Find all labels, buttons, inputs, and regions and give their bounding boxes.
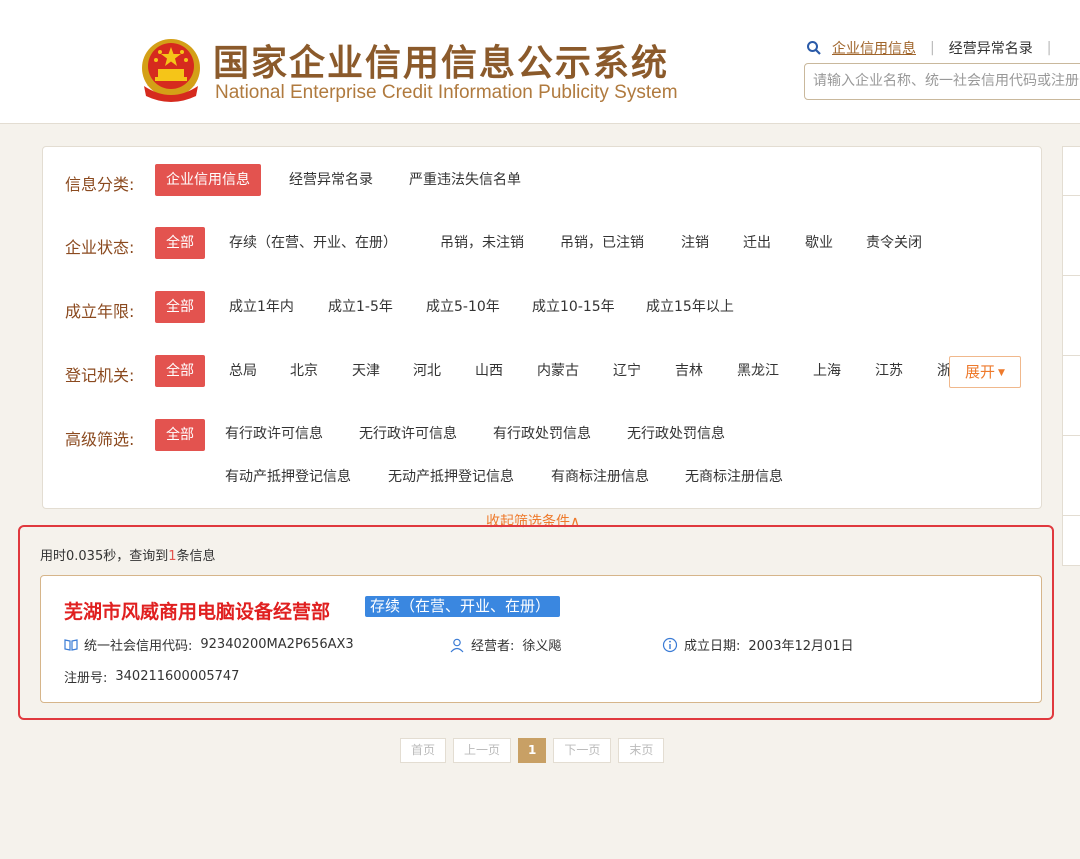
filter-option[interactable]: 无行政许可信息 — [359, 424, 457, 444]
filter-label-advanced: 高级筛选: — [65, 430, 135, 449]
filter-option[interactable]: 歇业 — [805, 233, 833, 253]
founded-value: 2003年12月01日 — [748, 639, 854, 654]
founded-info: 成立日期: 2003年12月01日 — [662, 635, 854, 654]
book-icon — [64, 638, 78, 651]
caret-down-icon: ▼ — [998, 368, 1005, 378]
filter-option[interactable]: 有行政处罚信息 — [493, 424, 591, 444]
filter-option[interactable]: 迁出 — [743, 233, 771, 253]
filter-option[interactable]: 吊销，已注销 — [560, 233, 644, 253]
filter-advanced-all[interactable]: 全部 — [155, 419, 205, 451]
operator-label: 经营者: — [471, 639, 515, 654]
filter-years-all[interactable]: 全部 — [155, 291, 205, 323]
filter-option[interactable]: 责令关闭 — [866, 233, 922, 253]
filter-option[interactable]: 经营异常名录 — [289, 170, 373, 190]
page-next-button[interactable]: 下一页 — [553, 738, 612, 763]
credit-code-label: 统一社会信用代码: — [84, 639, 193, 654]
filter-option[interactable]: 有商标注册信息 — [551, 467, 649, 487]
filter-option[interactable]: 吉林 — [675, 361, 703, 381]
top-nav: 企业信用信息 | 经营异常名录 | — [806, 38, 1065, 58]
expand-label: 展开 — [965, 363, 996, 381]
search-input[interactable]: 请输入企业名称、统一社会信用代码或注册号 — [804, 63, 1080, 100]
filter-option[interactable]: 无行政处罚信息 — [627, 424, 725, 444]
founded-label: 成立日期: — [684, 639, 741, 654]
filter-label-years: 成立年限: — [65, 302, 135, 321]
reg-no-value: 340211600005747 — [115, 669, 240, 684]
operator-info: 经营者: 徐义飚 — [449, 635, 561, 654]
credit-code-value: 92340200MA2P656AX3 — [200, 637, 354, 652]
filter-status-all[interactable]: 全部 — [155, 227, 205, 259]
user-icon — [450, 638, 464, 652]
pagination: 首页 上一页 1 下一页 末页 — [400, 738, 671, 763]
filter-option[interactable]: 成立15年以上 — [646, 297, 734, 317]
page-current[interactable]: 1 — [518, 738, 547, 763]
reg-no-label: 注册号: — [64, 671, 108, 686]
filter-option[interactable]: 存续（在营、开业、在册） — [229, 233, 397, 253]
filter-option[interactable]: 黑龙江 — [737, 361, 779, 381]
national-emblem-icon — [142, 39, 200, 102]
filter-option[interactable]: 有行政许可信息 — [225, 424, 323, 444]
filter-option[interactable]: 吊销，未注销 — [440, 233, 524, 253]
filter-option[interactable]: 江苏 — [875, 361, 903, 381]
result-card[interactable]: 芜湖市风威商用电脑设备经营部 存续（在营、开业、在册） 统一社会信用代码: 92… — [40, 575, 1042, 703]
filter-option[interactable]: 河北 — [413, 361, 441, 381]
status-badge: 存续（在营、开业、在册） — [365, 596, 561, 617]
page-prev-button[interactable]: 上一页 — [453, 738, 512, 763]
filter-option[interactable]: 注销 — [681, 233, 709, 253]
filter-option[interactable]: 辽宁 — [613, 361, 641, 381]
filter-option[interactable]: 北京 — [290, 361, 318, 381]
nav-separator: | — [930, 40, 935, 56]
nav-credit-info[interactable]: 企业信用信息 — [832, 38, 916, 58]
nav-abnormal-list[interactable]: 经营异常名录 — [949, 38, 1033, 58]
side-divider — [1063, 435, 1080, 436]
company-name[interactable]: 芜湖市风威商用电脑设备经营部 — [64, 597, 330, 624]
filter-label-authority: 登记机关: — [65, 366, 135, 385]
side-divider — [1063, 275, 1080, 276]
site-subtitle: National Enterprise Credit Information P… — [215, 82, 678, 103]
site-header: 国家企业信用信息公示系统 National Enterprise Credit … — [0, 0, 1080, 124]
filter-option[interactable]: 总局 — [229, 361, 257, 381]
expand-button[interactable]: 展开 ▼ — [949, 356, 1021, 388]
page-last-button[interactable]: 末页 — [618, 738, 665, 763]
filter-option[interactable]: 成立1年内 — [229, 297, 294, 317]
filter-option[interactable]: 上海 — [813, 361, 841, 381]
side-divider — [1063, 355, 1080, 356]
filter-option[interactable]: 成立5-10年 — [426, 297, 500, 317]
nav-separator: | — [1046, 40, 1052, 56]
filter-option[interactable]: 无商标注册信息 — [685, 467, 783, 487]
filter-option[interactable]: 无动产抵押登记信息 — [388, 467, 514, 487]
filter-option[interactable]: 严重违法失信名单 — [409, 170, 521, 190]
filter-authority-all[interactable]: 全部 — [155, 355, 205, 387]
info-icon — [662, 637, 678, 652]
operator-value: 徐义飚 — [522, 639, 562, 654]
filter-panel: 信息分类: 企业信用信息 经营异常名录 严重违法失信名单 企业状态: 全部 存续… — [42, 146, 1042, 509]
filter-option[interactable]: 山西 — [475, 361, 503, 381]
side-divider — [1063, 515, 1080, 516]
page-first-button[interactable]: 首页 — [400, 738, 447, 763]
result-stats: 用时0.035秒，查询到1条信息 — [40, 545, 216, 564]
filter-option[interactable]: 成立10-15年 — [532, 297, 615, 317]
result-stats-suffix: 条信息 — [176, 549, 216, 564]
filter-category-selected[interactable]: 企业信用信息 — [155, 164, 261, 196]
side-panel — [1062, 146, 1080, 566]
result-count: 1 — [168, 549, 177, 564]
filter-label-category: 信息分类: — [65, 175, 135, 194]
search-icon — [807, 41, 821, 55]
filter-option[interactable]: 内蒙古 — [537, 361, 579, 381]
filter-label-status: 企业状态: — [65, 238, 135, 257]
reg-no-info: 注册号: 340211600005747 — [64, 667, 239, 686]
site-title: 国家企业信用信息公示系统 — [213, 43, 670, 84]
credit-code-info: 统一社会信用代码: 92340200MA2P656AX3 — [64, 635, 354, 654]
result-stats-prefix: 用时0.035秒，查询到 — [40, 549, 169, 564]
filter-option[interactable]: 成立1-5年 — [328, 297, 393, 317]
filter-option[interactable]: 有动产抵押登记信息 — [225, 467, 351, 487]
filter-option[interactable]: 天津 — [352, 361, 380, 381]
side-divider — [1063, 195, 1080, 196]
